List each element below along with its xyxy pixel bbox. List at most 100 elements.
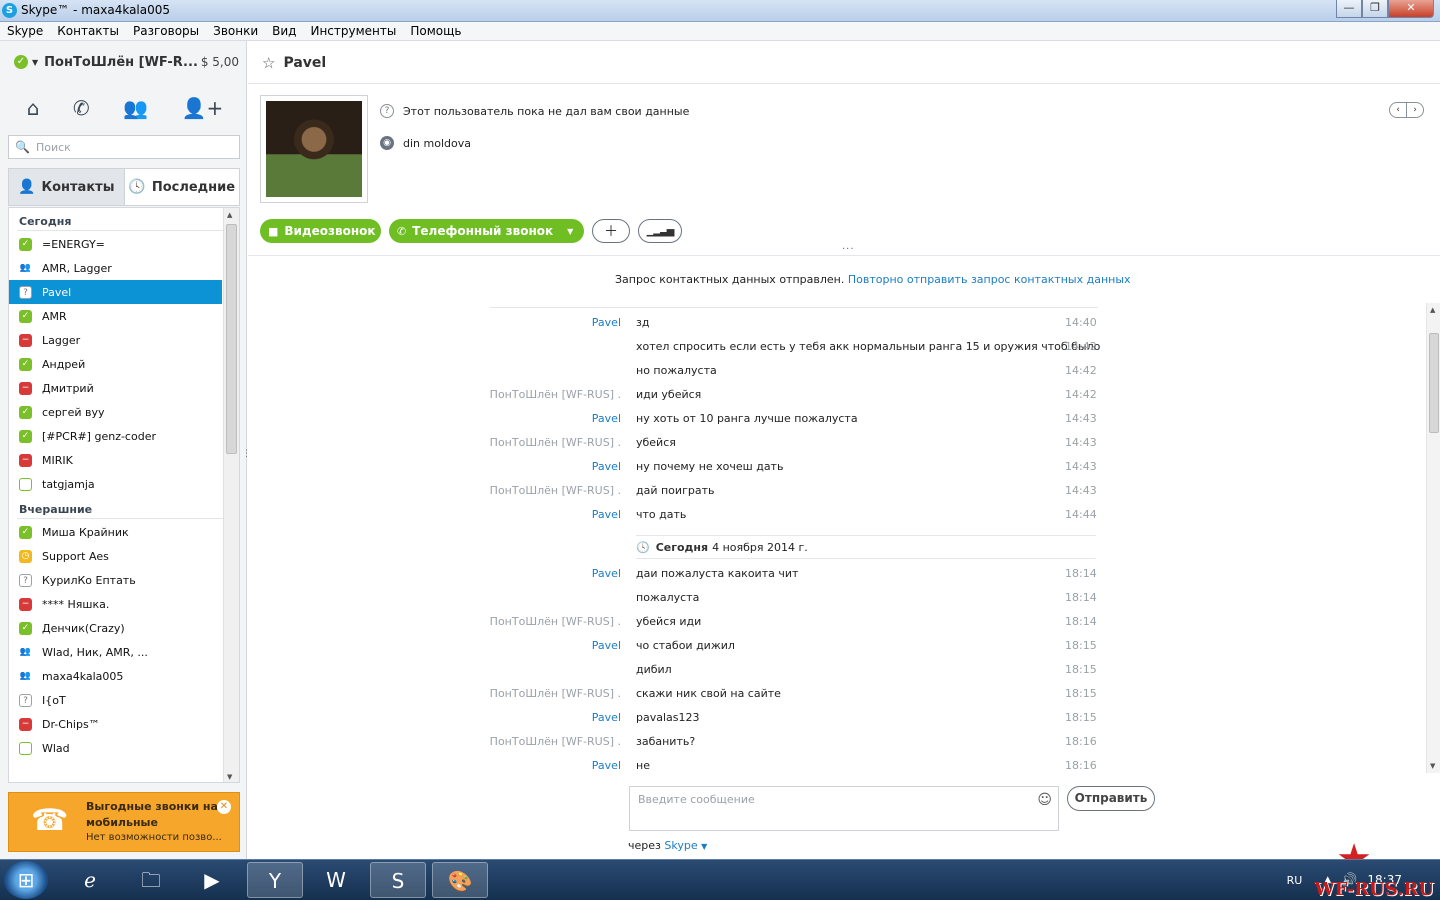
scroll-down-icon[interactable]: ▼	[1430, 762, 1435, 770]
contact-item[interactable]: ? Pavel	[9, 280, 222, 304]
media-player-taskbar-icon[interactable]: ▶	[184, 862, 240, 898]
phone-icon[interactable]: ✆	[73, 96, 90, 120]
account-name[interactable]: ПонТоШлён [WF-R...	[44, 55, 201, 70]
contact-item[interactable]: ? КурилКо Ептать	[9, 568, 222, 592]
phone-call-button[interactable]: ✆ Телефонный звонок ▼	[389, 219, 584, 243]
menu-contacts[interactable]: Контакты	[54, 22, 126, 40]
contact-item[interactable]: ◷ Support Aes	[9, 544, 222, 568]
menu-view[interactable]: Вид	[269, 22, 303, 40]
contact-item[interactable]: Wlad	[9, 736, 222, 760]
contact-item[interactable]: ✓ Денчик(Crazy)	[9, 616, 222, 640]
menu-conversations[interactable]: Разговоры	[130, 22, 206, 40]
status-online-icon[interactable]: ✓	[14, 55, 28, 69]
group-icon[interactable]: 👥	[123, 96, 148, 120]
account-balance[interactable]: $ 5,00	[201, 55, 239, 69]
scroll-thumb[interactable]	[1429, 333, 1439, 433]
contact-item[interactable]: ✓ [#PCR#] genz-coder	[9, 424, 222, 448]
contact-item[interactable]: 👥 maxa4kala005	[9, 664, 222, 688]
menu-tools[interactable]: Инструменты	[307, 22, 403, 40]
contact-item[interactable]: − MIRIK	[9, 448, 222, 472]
message-row: пожалуста 18:14	[398, 587, 1098, 611]
message-sender[interactable]: ПонТоШлён [WF-RUS] .	[490, 388, 621, 401]
chevron-right-icon[interactable]: ›	[1407, 103, 1423, 117]
home-icon[interactable]: ⌂	[27, 96, 40, 120]
contact-item[interactable]: 👥 Wlad, Ник, AMR, ...	[9, 640, 222, 664]
tab-contacts[interactable]: 👤 Контакты	[9, 169, 125, 205]
contact-name: КурилКо Ептать	[42, 573, 136, 587]
tab-recent[interactable]: 🕓 Последние	[124, 169, 239, 205]
contact-item[interactable]: ✓ AMR	[9, 304, 222, 328]
minimize-button[interactable]: —	[1336, 0, 1362, 18]
send-button[interactable]: Отправить	[1067, 786, 1155, 811]
add-button[interactable]: ＋	[592, 219, 630, 243]
contact-item[interactable]: − Lagger	[9, 328, 222, 352]
start-button[interactable]: ⊞	[4, 861, 48, 899]
message-sender[interactable]: Pavel	[592, 508, 621, 521]
contact-item[interactable]: − Dr-Chips™	[9, 712, 222, 736]
message-sender[interactable]: Pavel	[592, 711, 621, 724]
language-indicator[interactable]: RU	[1287, 874, 1303, 887]
message-sender[interactable]: ПонТоШлён [WF-RUS] .	[490, 615, 621, 628]
scroll-thumb[interactable]	[226, 224, 237, 454]
close-button[interactable]: ✕	[1388, 0, 1434, 18]
message-sender[interactable]: Pavel	[592, 412, 621, 425]
contact-item[interactable]: 👥 AMR, Lagger	[9, 256, 222, 280]
message-sender[interactable]: Pavel	[592, 759, 621, 772]
contact-item[interactable]: ✓ Андрей	[9, 352, 222, 376]
message-sender[interactable]: ПонТоШлён [WF-RUS] .	[490, 484, 621, 497]
promo-banner[interactable]: ☎ Выгодные звонки на мобильные Нет возмо…	[8, 792, 240, 852]
explorer-taskbar-icon[interactable]: 🗀	[123, 862, 179, 898]
contact-item[interactable]: ? I{oT	[9, 688, 222, 712]
menu-help[interactable]: Помощь	[407, 22, 468, 40]
contact-item[interactable]: ✓ Миша Крайник	[9, 520, 222, 544]
message-sender[interactable]: ПонТоШлён [WF-RUS] .	[490, 436, 621, 449]
ie-taskbar-icon[interactable]: ℯ	[62, 862, 118, 898]
menu-skype[interactable]: Skype	[4, 22, 50, 40]
message-row: ПонТоШлён [WF-RUS] . убейся 14:43	[398, 432, 1098, 456]
resend-request-link[interactable]: Повторно отправить запрос контактных дан…	[848, 273, 1131, 286]
profile-nav: ‹ ›	[1389, 102, 1424, 118]
contact-item[interactable]: ✓ =ENERGY=	[9, 232, 222, 256]
word-taskbar-icon[interactable]: W	[308, 862, 364, 898]
add-contact-icon[interactable]: 👤+	[182, 96, 224, 120]
status-dropdown-icon[interactable]: ▼	[32, 58, 38, 67]
contact-list-scrollbar[interactable]: ▲ ▼	[223, 208, 239, 782]
contact-item[interactable]: ✓ сергей вуу	[9, 400, 222, 424]
yandex-taskbar-icon[interactable]: Y	[247, 862, 303, 898]
contact-item[interactable]: tatgjamja	[9, 472, 222, 496]
message-sender[interactable]: Pavel	[592, 639, 621, 652]
message-sender[interactable]: ПонТоШлён [WF-RUS] .	[490, 687, 621, 700]
chevron-down-icon[interactable]: ▼	[567, 227, 573, 236]
contact-item[interactable]: − Дмитрий	[9, 376, 222, 400]
message-sender[interactable]: Pavel	[592, 460, 621, 473]
search-box[interactable]: 🔍 Поиск	[8, 135, 240, 159]
emoticon-icon[interactable]: ☺	[1037, 792, 1052, 808]
menu-calls[interactable]: Звонки	[210, 22, 265, 40]
message-sender[interactable]: ПонТоШлён [WF-RUS] .	[490, 735, 621, 748]
message-sender[interactable]: Pavel	[592, 316, 621, 329]
scroll-up-icon[interactable]: ▲	[1430, 306, 1435, 314]
status-online-icon: ✓	[19, 525, 32, 539]
call-quality-button[interactable]: ▁▂▃▅	[638, 219, 682, 243]
maximize-button[interactable]: ❐	[1362, 0, 1388, 18]
close-promo-icon[interactable]: ✕	[217, 800, 231, 814]
paint-taskbar-icon[interactable]: 🎨	[432, 862, 488, 898]
via-skype-dropdown[interactable]: Skype	[664, 839, 697, 852]
chat-scrollbar[interactable]: ▲ ▼	[1426, 303, 1440, 773]
scroll-up-icon[interactable]: ▲	[227, 211, 232, 219]
message-input[interactable]: Введите сообщение ☺	[629, 786, 1059, 831]
scroll-down-icon[interactable]: ▼	[227, 773, 232, 781]
contact-name: =ENERGY=	[42, 237, 105, 251]
search-input[interactable]: Поиск	[36, 141, 71, 154]
favorite-star-icon[interactable]: ☆	[262, 54, 275, 72]
person-icon: 👤	[18, 179, 36, 195]
contact-item[interactable]: − **** Няшка.	[9, 592, 222, 616]
message-row: но пожалуста 14:42	[398, 360, 1098, 384]
chevron-left-icon[interactable]: ‹	[1390, 103, 1407, 117]
chevron-down-icon[interactable]: ▼	[701, 842, 707, 851]
video-call-button[interactable]: ■ Видеозвонок	[260, 219, 381, 243]
skype-taskbar-icon[interactable]: S	[370, 862, 426, 898]
profile-location: ◉ din moldova	[380, 136, 471, 150]
resize-grip[interactable]: ···	[842, 244, 855, 255]
message-sender[interactable]: Pavel	[592, 567, 621, 580]
